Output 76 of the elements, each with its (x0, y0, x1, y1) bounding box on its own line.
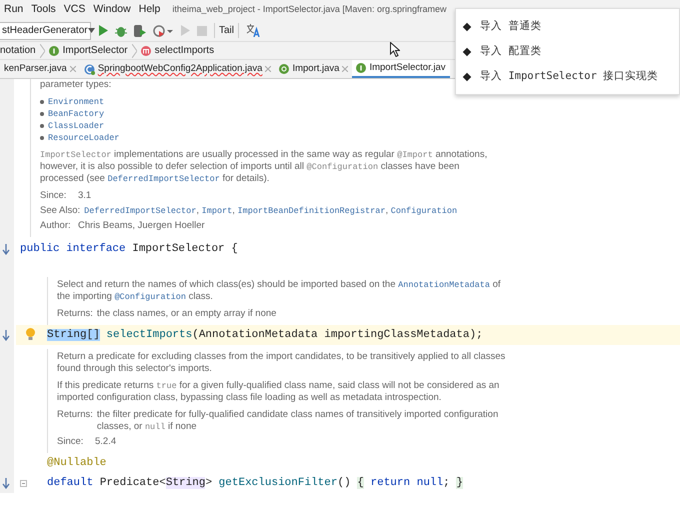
window-title: itheima_web_project - ImportSelector.java [Maven: org.springframew (172, 3, 446, 16)
close-icon[interactable] (70, 66, 76, 72)
doc-paragraph: parameter types: (40, 79, 112, 91)
stop-icon[interactable] (197, 26, 207, 36)
doc-link[interactable]: DeferredImportSelector (108, 174, 220, 184)
implemented-arrow-icon (2, 330, 10, 341)
chevron-icon (132, 44, 137, 58)
implemented-arrow-icon (2, 478, 10, 489)
bug-icon[interactable] (115, 24, 127, 36)
bullet-icon (40, 112, 44, 116)
caret-icon (88, 28, 95, 33)
interface-icon (48, 46, 59, 56)
field-label: Returns: (57, 308, 94, 320)
doc-link[interactable]: ImportBeanDefinitionRegistrar (238, 206, 386, 216)
doc-link[interactable]: AnnotationMetadata (398, 280, 490, 290)
field-label: Returns: (57, 409, 94, 422)
doc-paragraph: ImportSelector implementations are usually processed in the same way as regular @Import annotations, however, it is also possible to defer selection of imports until all @Configuration classes have been processed (see DeferredImportSelector for details). (40, 149, 488, 185)
code-line: default Predicate<String> getExclusionFilter() { return null; } (0, 473, 680, 493)
interface-icon (356, 63, 366, 73)
close-icon[interactable] (342, 66, 348, 72)
bullet-icon (40, 136, 44, 140)
doc-link[interactable]: @Configuration (114, 292, 186, 302)
editor-tab[interactable]: SpringbootWebConfig2Application.java (80, 60, 276, 78)
editor-tab[interactable]: Import.java (275, 60, 352, 78)
close-icon[interactable] (265, 66, 272, 72)
field-value: the class names, or an empty array if none (96, 308, 276, 320)
translate-icon[interactable] (246, 24, 260, 37)
field-label: Since: (40, 190, 68, 202)
menu-item[interactable]: VCS (60, 2, 90, 18)
fold-icon[interactable] (20, 480, 27, 487)
chevron-icon (40, 44, 45, 58)
doc-link[interactable]: ResourceLoader (48, 132, 120, 144)
menu-item[interactable]: Tools (27, 2, 60, 18)
bullet-icon (40, 100, 44, 104)
field-value: the filter predicate for fully-qualified candidate class names of transitively imported configuration classes, or null if none (96, 409, 500, 433)
implemented-arrow-icon (2, 244, 10, 255)
popup-item[interactable]: 导入 ImportSelector 接口实现类 (480, 68, 658, 84)
cursor-icon (390, 42, 400, 57)
field-value: 5.2.4 (95, 436, 116, 448)
menu-item[interactable]: Run (0, 2, 28, 18)
tail-button[interactable]: Tail (214, 23, 240, 38)
bullet-icon (40, 124, 44, 128)
run-icon[interactable] (98, 25, 108, 36)
editor-tab[interactable]: kenParser.java (0, 60, 80, 78)
breadcrumb-item[interactable]: ImportSelector (62, 43, 128, 58)
editor-tab[interactable]: ImportSelector.jav (352, 60, 450, 78)
doc-link[interactable]: DeferredImportSelector (84, 206, 196, 216)
method-icon (140, 46, 151, 56)
annotation-icon (279, 64, 290, 74)
doc-paragraph: If this predicate returns true for a given fully-qualified class name, said class will not be considered as an imported configuration class, bypassing class file loading as well as metadata introspection. (57, 380, 500, 404)
coverage-icon[interactable] (134, 24, 146, 36)
field-label: Since: (57, 436, 84, 448)
popup-item[interactable]: 导入 配置类 (480, 44, 542, 60)
code-line: @Nullable (46, 456, 108, 471)
doc-link[interactable]: Configuration (390, 206, 458, 216)
field-label: Author: (40, 220, 72, 232)
class-icon (84, 64, 95, 74)
field-value: DeferredImportSelector, Import, ImportBeanDefinitionRegistrar, Configuration (84, 205, 458, 217)
doc-paragraph: Return a predicate for excluding classes from the import candidates, to be transitively applied to all classes found through this selector's imports. (57, 351, 506, 375)
doc-link[interactable]: BeanFactory (48, 108, 104, 120)
lightbulb-icon[interactable] (26, 328, 35, 340)
play-icon[interactable] (180, 25, 190, 36)
field-label: See Also: (40, 205, 82, 217)
doc-link[interactable]: Import (202, 206, 232, 216)
breadcrumb-item[interactable]: selectImports (154, 43, 214, 58)
breadcrumb-item[interactable]: notation (0, 43, 36, 58)
menu-item[interactable]: Window (89, 2, 135, 18)
doc-paragraph: Select and return the names of which class(es) should be imported based on the AnnotationMetadata of the importing @Configuration class. (57, 279, 502, 303)
code-line: public interface ImportSelector { (0, 239, 680, 259)
doc-link[interactable]: ClassLoader (48, 120, 104, 132)
popup-item[interactable]: 导入 普通类 (480, 18, 542, 34)
field-value: 3.1 (78, 190, 92, 202)
profiler-icon[interactable] (153, 24, 173, 36)
menu-item[interactable]: Help (134, 2, 164, 18)
field-value: Chris Beams, Juergen Hoeller (78, 220, 205, 232)
doc-link[interactable]: Environment (48, 96, 104, 108)
